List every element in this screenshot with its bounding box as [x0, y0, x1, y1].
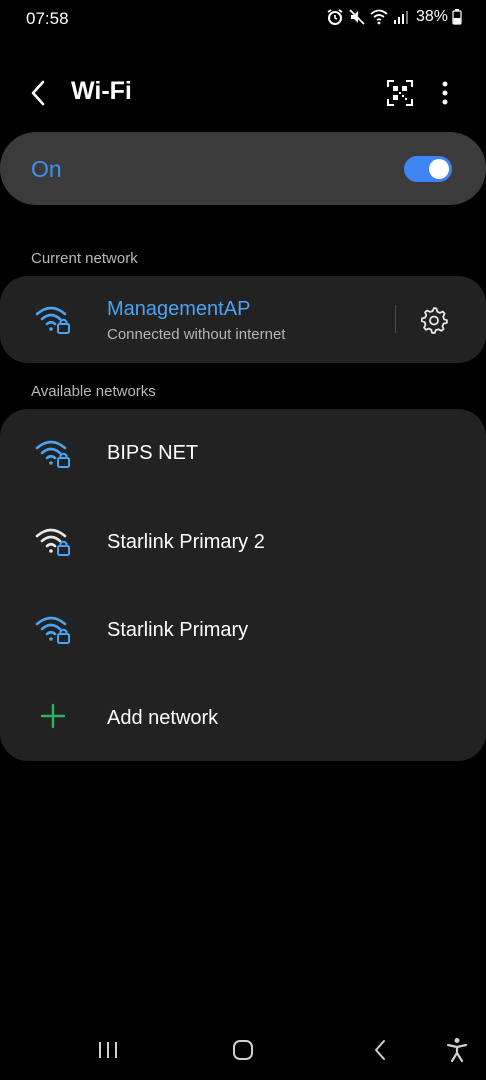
wifi-lock-icon — [35, 528, 70, 556]
add-network-label: Add network — [107, 707, 219, 729]
network-item[interactable]: Starlink Primary — [0, 585, 486, 673]
signal-icon — [393, 11, 408, 24]
qr-scan-button[interactable] — [383, 76, 417, 110]
wifi-lock-icon — [35, 306, 70, 334]
app-bar: Wi-Fi — [0, 64, 486, 120]
current-network-label: Current network — [31, 250, 138, 267]
network-item[interactable]: BIPS NET — [0, 409, 486, 497]
wifi-lock-icon — [35, 616, 70, 644]
navigation-bar — [0, 1020, 486, 1080]
toggle-knob — [429, 159, 449, 179]
network-name: Starlink Primary 2 — [107, 531, 265, 553]
add-network-button[interactable]: Add network — [0, 673, 486, 761]
wifi-lock-icon — [35, 440, 70, 468]
current-network-status: Connected without internet — [107, 326, 286, 343]
mute-icon — [349, 9, 365, 25]
battery-icon — [452, 9, 462, 25]
wifi-toggle-label: On — [31, 156, 62, 182]
nav-back-button[interactable] — [364, 1034, 396, 1066]
wifi-icon — [370, 9, 388, 25]
recents-button[interactable] — [92, 1034, 124, 1066]
accessibility-button[interactable] — [441, 1034, 473, 1066]
recents-icon — [99, 1042, 117, 1058]
status-bar: 07:58 38% — [0, 0, 486, 36]
battery-percentage: 38% — [415, 8, 448, 25]
network-name: Starlink Primary — [107, 619, 249, 641]
wifi-settings-screen: 07:58 38% Wi-Fi On Current network Manag… — [0, 0, 486, 1080]
row-divider — [395, 305, 396, 333]
plus-icon — [40, 703, 66, 729]
available-networks-label: Available networks — [31, 383, 156, 400]
current-network-row[interactable]: ManagementAP Connected without internet — [0, 276, 390, 363]
current-network-card: ManagementAP Connected without internet — [0, 276, 486, 363]
current-network-name: ManagementAP — [107, 298, 251, 320]
available-networks-card: BIPS NET Starlink Primary 2 Starlink Pri… — [0, 409, 486, 761]
wifi-toggle-switch[interactable] — [404, 156, 452, 182]
status-time: 07:58 — [26, 9, 69, 28]
more-options-button[interactable] — [428, 76, 462, 110]
alarm-icon — [327, 9, 343, 25]
qr-scan-icon — [387, 80, 413, 106]
network-name: BIPS NET — [107, 442, 199, 464]
network-settings-button[interactable] — [412, 300, 456, 340]
back-icon — [31, 80, 45, 106]
home-icon — [233, 1040, 253, 1060]
back-button[interactable] — [22, 76, 56, 110]
gear-icon — [420, 307, 448, 334]
back-nav-icon — [375, 1040, 385, 1060]
accessibility-icon — [446, 1038, 468, 1063]
page-title: Wi-Fi — [71, 77, 132, 105]
more-options-icon — [442, 81, 448, 105]
network-item[interactable]: Starlink Primary 2 — [0, 497, 486, 585]
home-button[interactable] — [227, 1034, 259, 1066]
status-icons: 38% — [326, 8, 462, 26]
